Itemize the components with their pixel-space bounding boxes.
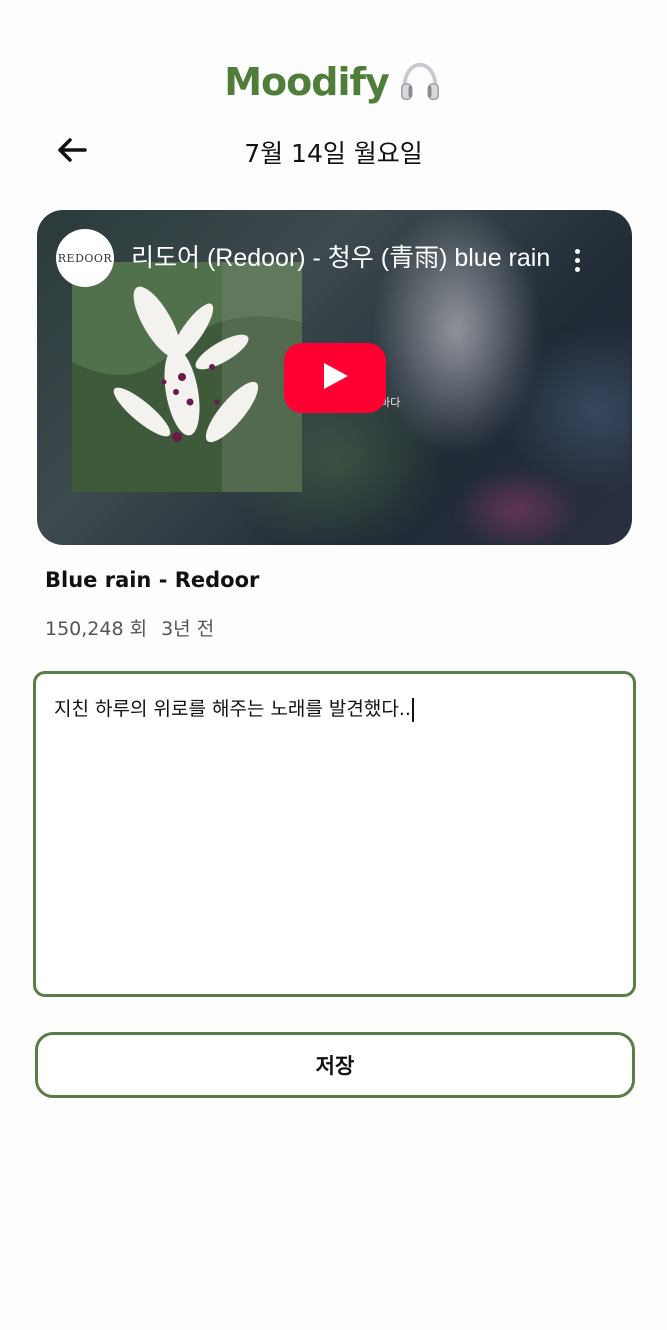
memo-text: 지친 하루의 위로를 해주는 노래를 발견했다..: [54, 698, 411, 720]
video-thumbnail: [72, 262, 302, 492]
song-meta: 150,248 회 3년 전: [45, 614, 214, 641]
app-title: Moodify: [224, 60, 390, 104]
play-icon: [320, 361, 350, 395]
headphones-icon: [397, 59, 443, 105]
view-count: 150,248 회: [45, 618, 148, 640]
video-player[interactable]: 쿠) oor) 른 바다 REDOOR 리도어 (Redoor) - 청우 (青…: [37, 210, 632, 545]
channel-avatar[interactable]: REDOOR: [56, 229, 114, 287]
more-vertical-icon[interactable]: [562, 240, 592, 280]
song-title: Blue rain - Redoor: [45, 568, 260, 592]
app-header: Moodify: [0, 52, 667, 112]
memo-textarea[interactable]: 지친 하루의 위로를 해주는 노래를 발견했다..: [33, 671, 636, 997]
date-title: 7월 14일 월요일: [244, 139, 423, 168]
save-button[interactable]: 저장: [35, 1032, 635, 1098]
text-caret: [411, 697, 414, 722]
video-title[interactable]: 리도어 (Redoor) - 청우 (青雨) blue rain: [131, 238, 551, 278]
upload-age: 3년 전: [161, 618, 215, 640]
play-button[interactable]: [284, 343, 386, 413]
